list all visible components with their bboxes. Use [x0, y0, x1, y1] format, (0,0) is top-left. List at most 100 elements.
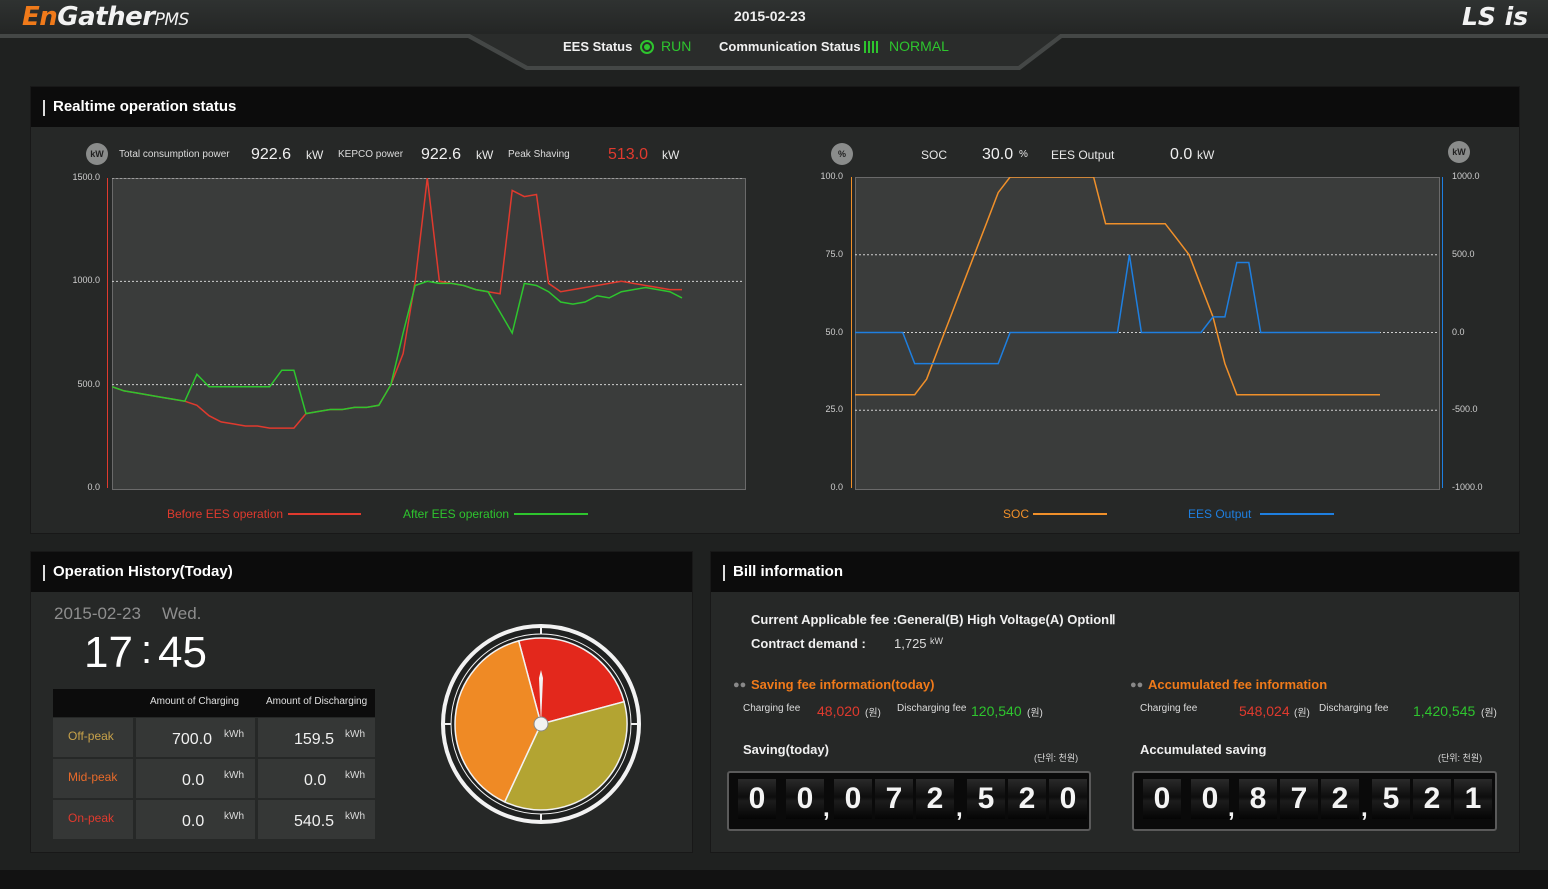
power-chart	[112, 178, 744, 429]
axis-tick-label: 500.0	[1452, 248, 1475, 259]
row-charge-value: 0.0	[182, 772, 205, 789]
row-discharge-value: 159.5	[294, 731, 335, 748]
accum-bullet-icon: ●●	[1130, 679, 1144, 691]
row-charge-unit: kWh	[224, 729, 244, 740]
saving-fee-title: Saving fee information(today)	[751, 677, 935, 692]
signal-bars-icon	[864, 40, 880, 56]
axis-tick-label: 0.0	[830, 482, 843, 492]
comm-status-value: NORMAL	[889, 38, 949, 54]
ls-logo: LS is	[1462, 2, 1529, 31]
series-before-ees	[112, 178, 682, 429]
soc-label: SOC	[921, 148, 948, 162]
row-period-label: Mid-peak	[68, 770, 118, 784]
accum-charging-won: (원)	[1294, 708, 1310, 719]
total-consumption-label: Total consumption power	[119, 149, 230, 160]
percent-icon: %	[831, 143, 853, 165]
accum-charging-value: 548,024	[1239, 703, 1290, 719]
run-indicator-icon	[640, 39, 654, 56]
row-discharge-unit: kWh	[345, 811, 365, 822]
counter-digit: 2	[1008, 779, 1046, 819]
history-date: 2015-02-23	[54, 604, 141, 623]
axis-tick-label: 500.0	[77, 378, 100, 389]
kw-icon-right: kW	[1448, 141, 1470, 163]
total-consumption-unit: kW	[306, 148, 324, 162]
contract-value: 1,725	[894, 636, 927, 651]
counter-digit: 1	[1454, 779, 1492, 819]
counter-digit: 2	[916, 779, 954, 819]
axis-tick-label: 1000.0	[1452, 171, 1480, 181]
col-discharging: Amount of Discharging	[266, 696, 368, 707]
accum-counter: 00872521,,	[1132, 771, 1497, 831]
row-charge-unit: kWh	[224, 811, 244, 822]
counter-digit: 0	[786, 779, 824, 819]
row-charge-value: 700.0	[172, 731, 213, 748]
counter-digit: 0	[738, 779, 776, 819]
history-title-bar: Operation History(Today)	[31, 552, 692, 592]
saving-charging-value: 48,020	[817, 703, 860, 719]
header-date: 2015-02-23	[734, 8, 806, 24]
bottom-bar	[0, 870, 1548, 889]
power-chart-y-axis	[107, 178, 108, 488]
total-consumption-value: 922.6	[251, 146, 292, 163]
counter-digit: 0	[1049, 779, 1087, 819]
counter-digit: 5	[967, 779, 1005, 819]
soc-ees-chart	[855, 177, 1438, 411]
ees-y-axis	[1442, 177, 1443, 488]
axis-tick-label: 0.0	[87, 482, 100, 492]
kepco-power-label: KEPCO power	[338, 149, 404, 160]
legend-soc: SOC	[1003, 507, 1030, 521]
counter-digit: 7	[875, 779, 913, 819]
peak-shaving-label: Peak Shaving	[508, 149, 570, 160]
tou-clock	[441, 624, 641, 824]
realtime-title: Realtime operation status	[53, 98, 237, 115]
row-charge-value: 0.0	[182, 813, 205, 830]
ees-output-value: 0.0	[1170, 146, 1193, 163]
soc-y-axis	[851, 177, 852, 488]
accum-charging-label: Charging fee	[1140, 703, 1198, 714]
axis-tick-label: 1500.0	[72, 172, 100, 182]
series-ees-output	[855, 254, 1380, 365]
counter-digit: 0	[1143, 779, 1181, 819]
legend-ees-output: EES Output	[1188, 507, 1252, 521]
legend-before-ees: Before EES operation	[167, 507, 284, 521]
counter-digit: 8	[1239, 779, 1277, 819]
saving-discharging-won: (원)	[1027, 708, 1043, 719]
saving-charging-label: Charging fee	[743, 703, 801, 714]
axis-tick-label: 50.0	[825, 326, 843, 337]
counter-digit: 0	[1191, 779, 1229, 819]
counter-digit: 2	[1413, 779, 1451, 819]
kepco-power-unit: kW	[476, 148, 494, 162]
ees-output-unit: kW	[1197, 148, 1215, 162]
axis-tick-label: 1000.0	[72, 275, 100, 286]
axis-tick-label: 25.0	[825, 404, 843, 415]
counter-comma: ,	[956, 795, 963, 822]
comm-status-label: Communication Status	[719, 39, 861, 54]
peak-shaving-unit: kW	[662, 148, 680, 162]
series-soc	[855, 177, 1380, 396]
counter-digit: 2	[1321, 779, 1359, 819]
saving-charging-won: (원)	[865, 708, 881, 719]
counter-digit: 5	[1372, 779, 1410, 819]
row-discharge-unit: kWh	[345, 729, 365, 740]
saving-discharging-value: 120,540	[971, 703, 1022, 719]
series-after-ees	[112, 280, 683, 415]
bill-title: Bill information	[733, 563, 843, 580]
legend-before-line	[288, 513, 361, 515]
saving-counter: 00072520,,	[727, 771, 1091, 831]
row-discharge-unit: kWh	[345, 770, 365, 781]
counter-digit: 7	[1280, 779, 1318, 819]
accum-discharging-won: (원)	[1481, 708, 1497, 719]
saving-discharging-label: Discharging fee	[897, 703, 967, 714]
counter-digit: 0	[834, 779, 872, 819]
axis-tick-label: 100.0	[820, 171, 843, 181]
bill-title-bar: Bill information	[711, 552, 1519, 592]
axis-tick-label: 75.0	[825, 248, 843, 259]
row-period-label: On-peak	[68, 811, 115, 825]
fee-label: Current Applicable fee :	[751, 612, 898, 627]
realtime-title-bar: Realtime operation status	[31, 87, 1519, 127]
history-weekday: Wed.	[162, 604, 202, 623]
kw-icon: kW	[86, 143, 108, 165]
axis-tick-label: 0.0	[1452, 326, 1465, 337]
col-charging: Amount of Charging	[150, 696, 239, 707]
contract-unit: kW	[930, 636, 943, 646]
